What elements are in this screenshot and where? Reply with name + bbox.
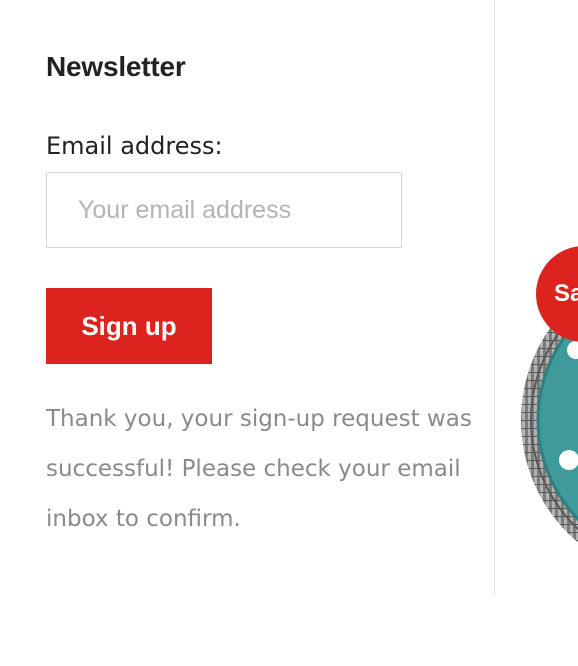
newsletter-widget: Newsletter Email address: Sign up Thank … bbox=[46, 48, 476, 544]
page: Newsletter Email address: Sign up Thank … bbox=[0, 0, 578, 666]
sign-up-button[interactable]: Sign up bbox=[46, 288, 212, 364]
email-label: Email address: bbox=[46, 132, 223, 160]
diamond-saw-blade-icon[interactable] bbox=[516, 300, 578, 600]
newsletter-title: Newsletter bbox=[46, 51, 186, 82]
success-message: Thank you, your sign-up request was succ… bbox=[46, 406, 472, 532]
column-divider bbox=[494, 0, 495, 596]
email-input[interactable] bbox=[46, 172, 402, 248]
